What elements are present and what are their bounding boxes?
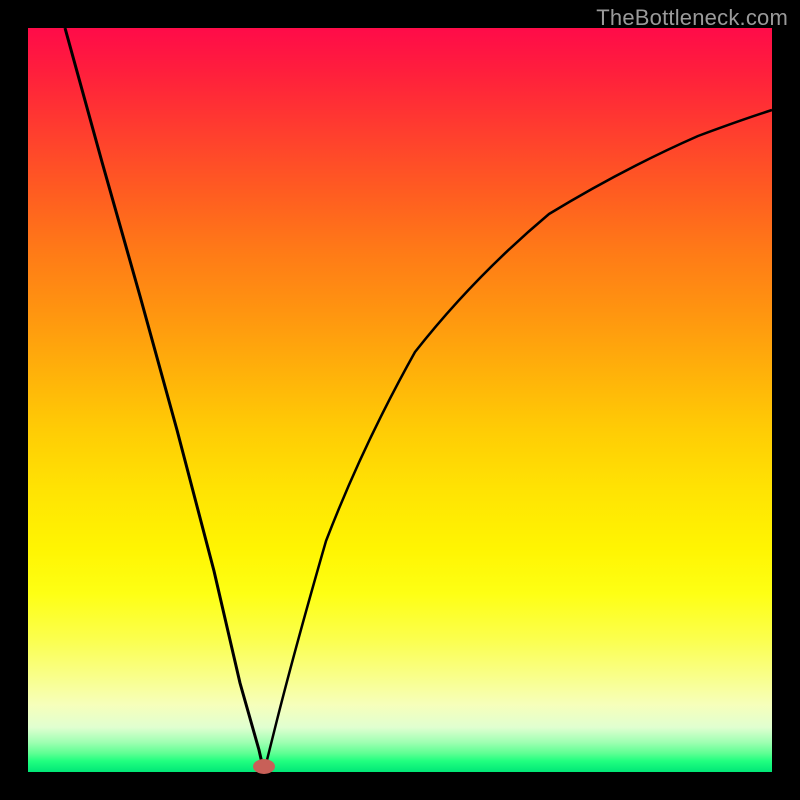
chart-frame: TheBottleneck.com bbox=[0, 0, 800, 800]
curve-left-branch bbox=[65, 28, 264, 772]
minimum-marker bbox=[253, 759, 275, 774]
watermark-text: TheBottleneck.com bbox=[596, 5, 788, 31]
curve-right-branch bbox=[264, 110, 772, 772]
bottleneck-curve bbox=[28, 28, 772, 772]
plot-area bbox=[28, 28, 772, 772]
